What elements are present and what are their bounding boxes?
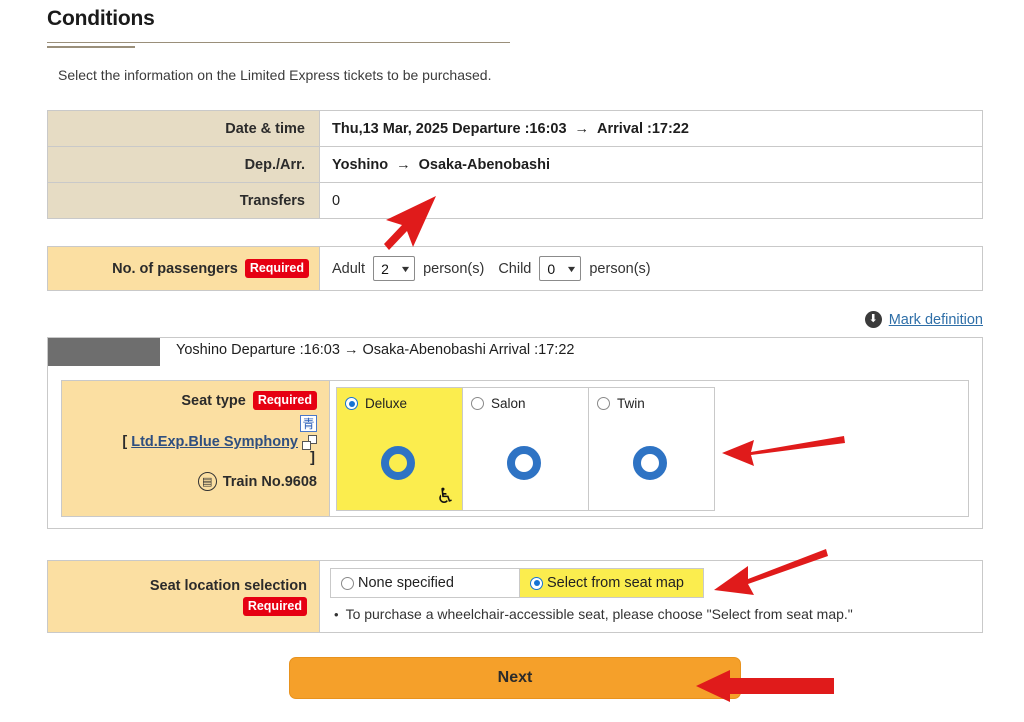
page-title-block: Conditions <box>47 6 517 48</box>
row-value-date-time: Thu,13 Mar, 2025 Departure :16:03 → Arriva… <box>319 110 983 147</box>
train-number-row: ▤ Train No.9608 <box>72 472 317 491</box>
seat-option-salon[interactable]: Salon <box>462 387 589 511</box>
download-circle-icon: ⬇ <box>864 311 882 328</box>
external-window-icon <box>302 434 317 450</box>
passengers-label: No. of passengers <box>112 261 238 277</box>
required-badge-line: Required <box>56 596 307 616</box>
trip-summary-table: Date & time Thu,13 Mar, 2025 Departure :… <box>47 110 983 219</box>
mark-definition-link-group[interactable]: ⬇ Mark definition <box>864 311 983 328</box>
seat-type-panel: Yoshino Departure :16:03 → Osaka-Abenoba… <box>47 337 983 529</box>
seat-option-deluxe[interactable]: Deluxe ♿ <box>336 387 463 511</box>
row-value-transfers: 0 <box>319 182 983 219</box>
availability-circle-icon <box>381 446 415 480</box>
bracket-close: ] <box>310 450 315 466</box>
row-value-passengers: Adult 2 ▼ person(s) Child 0 ▼ person(s) <box>319 246 983 291</box>
row-label-transfers: Transfers <box>47 182 320 219</box>
row-label-dep-arr: Dep./Arr. <box>47 146 320 183</box>
title-rule-short <box>47 46 135 48</box>
required-badge: Required <box>252 391 317 410</box>
wheelchair-icon: ♿ <box>436 484 455 508</box>
table-row-date-time: Date & time Thu,13 Mar, 2025 Departure :… <box>47 110 983 147</box>
radio-none-specified[interactable] <box>341 576 354 590</box>
date-time-arrival: Arrival :17:22 <box>597 120 689 137</box>
availability-circle-icon <box>633 446 667 480</box>
child-unit: person(s) <box>589 260 651 277</box>
train-icon: ▤ <box>197 472 217 491</box>
passengers-table: No. of passengers Required Adult 2 ▼ perso… <box>47 246 983 291</box>
radio-twin[interactable] <box>597 397 610 410</box>
radio-select-from-map[interactable] <box>530 576 543 590</box>
row-value-seat-location: None specified Select from seat map • To… <box>319 560 983 633</box>
seat-location-note-text: To purchase a wheelchair-accessible seat… <box>345 606 853 622</box>
train-number: Train No.9608 <box>222 473 317 490</box>
train-name-link[interactable]: Ltd.Exp.Blue Symphony <box>131 434 298 450</box>
seat-location-choice-label: Select from seat map <box>547 575 684 591</box>
bracket-open: [ <box>122 434 128 450</box>
seat-location-note: • To purchase a wheelchair-accessible se… <box>330 606 972 624</box>
next-button[interactable]: Next <box>289 657 741 699</box>
child-count-select[interactable]: 0 ▼ <box>539 256 582 281</box>
seat-option-label: Salon <box>491 396 526 411</box>
seat-location-choices: None specified Select from seat map <box>330 568 972 598</box>
title-rule-long <box>47 42 510 43</box>
radio-deluxe[interactable] <box>345 397 358 410</box>
blue-kanji-icon: 青 <box>300 415 317 432</box>
kanji-icon-row: 青 <box>72 415 317 432</box>
row-label-date-time: Date & time <box>47 110 320 147</box>
seat-location-choice-label: None specified <box>358 575 454 591</box>
mark-definition-link[interactable]: Mark definition <box>889 312 983 328</box>
seat-panel-header: Yoshino Departure :16:03 → Osaka-Abenoba… <box>48 338 982 368</box>
date-time-departure: Thu,13 Mar, 2025 Departure :16:03 <box>332 120 567 137</box>
seat-type-label-cell: Seat type Required 青 [ Ltd.Exp.Blue Symph… <box>62 381 330 516</box>
row-value-dep-arr: Yoshino → Osaka-Abenobashi <box>319 146 983 183</box>
table-row-dep-arr: Dep./Arr. Yoshino → Osaka-Abenobashi <box>47 146 983 183</box>
radio-salon[interactable] <box>471 397 484 410</box>
bullet-icon: • <box>334 607 339 622</box>
seat-type-label: Seat type <box>181 393 246 409</box>
required-badge: Required <box>242 596 307 616</box>
table-row-transfers: Transfers 0 <box>47 182 983 219</box>
table-row-passengers: No. of passengers Required Adult 2 ▼ perso… <box>47 246 983 291</box>
page-title: Conditions <box>47 7 155 30</box>
row-label-passengers: No. of passengers Required <box>47 246 320 291</box>
seat-type-body: Seat type Required 青 [ Ltd.Exp.Blue Symph… <box>61 380 969 517</box>
required-badge: Required <box>244 259 309 278</box>
arrival-station: Osaka-Abenobashi <box>418 156 550 173</box>
arrow-icon: → <box>574 120 590 137</box>
seat-location-table: Seat location selection Required None sp… <box>47 560 983 633</box>
seat-option-label: Deluxe <box>365 396 408 411</box>
seat-type-options: Deluxe ♿ Salon Twin <box>330 381 715 516</box>
chevron-down-icon: ▼ <box>399 263 412 274</box>
seat-location-select-from-map[interactable]: Select from seat map <box>519 568 704 598</box>
child-label: Child <box>498 260 532 277</box>
arrow-icon: → <box>396 156 411 173</box>
child-count-value: 0 <box>547 260 556 277</box>
train-name-row: [ Ltd.Exp.Blue Symphony <box>72 434 317 450</box>
adult-unit: person(s) <box>423 260 485 277</box>
seat-panel-route: Yoshino Departure :16:03 → Osaka-Abenoba… <box>176 342 575 358</box>
availability-circle-icon <box>507 446 541 480</box>
adult-count-value: 2 <box>381 260 389 277</box>
row-label-seat-location: Seat location selection Required <box>47 560 320 633</box>
seat-location-none-specified[interactable]: None specified <box>330 568 520 598</box>
chevron-down-icon: ▼ <box>565 263 578 274</box>
seat-option-label: Twin <box>617 396 645 411</box>
adult-count-select[interactable]: 2 ▼ <box>373 256 416 281</box>
seat-location-label: Seat location selection <box>149 577 307 594</box>
departure-station: Yoshino <box>332 156 389 173</box>
train-color-block <box>48 338 160 366</box>
conditions-page: Conditions Select the information on the… <box>0 0 1024 722</box>
table-row-seat-location: Seat location selection Required None sp… <box>47 560 983 633</box>
seat-option-twin[interactable]: Twin <box>588 387 715 511</box>
page-description: Select the information on the Limited Ex… <box>58 67 492 83</box>
adult-label: Adult <box>332 260 366 277</box>
seat-type-label-line: Seat type Required <box>72 391 317 411</box>
